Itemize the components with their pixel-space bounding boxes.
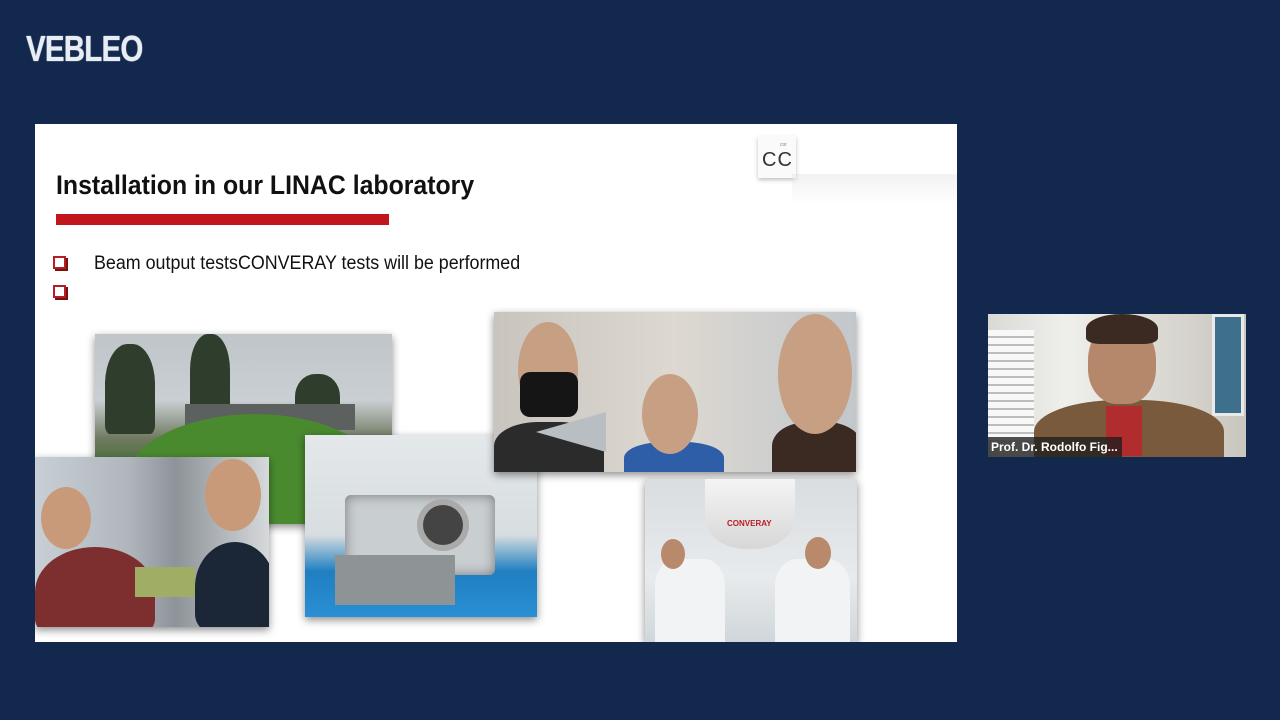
corner-logo-text: CC (762, 149, 793, 171)
vebleo-logo: VEBLEO (26, 28, 143, 69)
conveyor-corner-logo: cor CC (758, 136, 796, 178)
person-face (661, 539, 685, 569)
photo-conveyor-install: CONVERAY (645, 479, 857, 642)
title-underline (56, 214, 389, 225)
corner-logo-small-text: cor (780, 142, 787, 148)
bullet-text: Beam output testsCONVERAY tests will be … (94, 253, 521, 274)
lab-coat (655, 559, 725, 642)
photo-team-selfie (35, 457, 269, 627)
person-face (642, 374, 698, 454)
wall-picture (1212, 314, 1244, 416)
conveyor-detector (705, 479, 795, 549)
person-face (805, 537, 831, 569)
participant-video-tile[interactable]: Prof. Dr. Rodolfo Fig... (988, 314, 1246, 457)
speaker-hair (1086, 314, 1158, 344)
person-body (195, 542, 269, 627)
conveyor-label: CONVERAY (727, 519, 772, 528)
lab-coat (775, 559, 850, 642)
participant-name-label: Prof. Dr. Rodolfo Fig... (988, 437, 1122, 457)
person-face (41, 487, 91, 549)
checkbox-bullet-icon (53, 256, 66, 269)
person-face (778, 314, 852, 434)
presentation-slide: cor CC Installation in our LINAC laborat… (35, 124, 957, 642)
checkbox-bullet-icon (53, 285, 66, 298)
detector-board (135, 567, 195, 597)
face-mask (520, 372, 578, 417)
person-face (205, 459, 261, 531)
tree-shape (190, 334, 230, 414)
tree-shape (105, 344, 155, 434)
treatment-table (335, 555, 455, 605)
window-blinds (988, 330, 1034, 440)
corner-shadow (792, 174, 957, 204)
slide-title: Installation in our LINAC laboratory (56, 170, 475, 200)
photo-three-researchers (494, 312, 856, 472)
linac-head (423, 505, 463, 545)
